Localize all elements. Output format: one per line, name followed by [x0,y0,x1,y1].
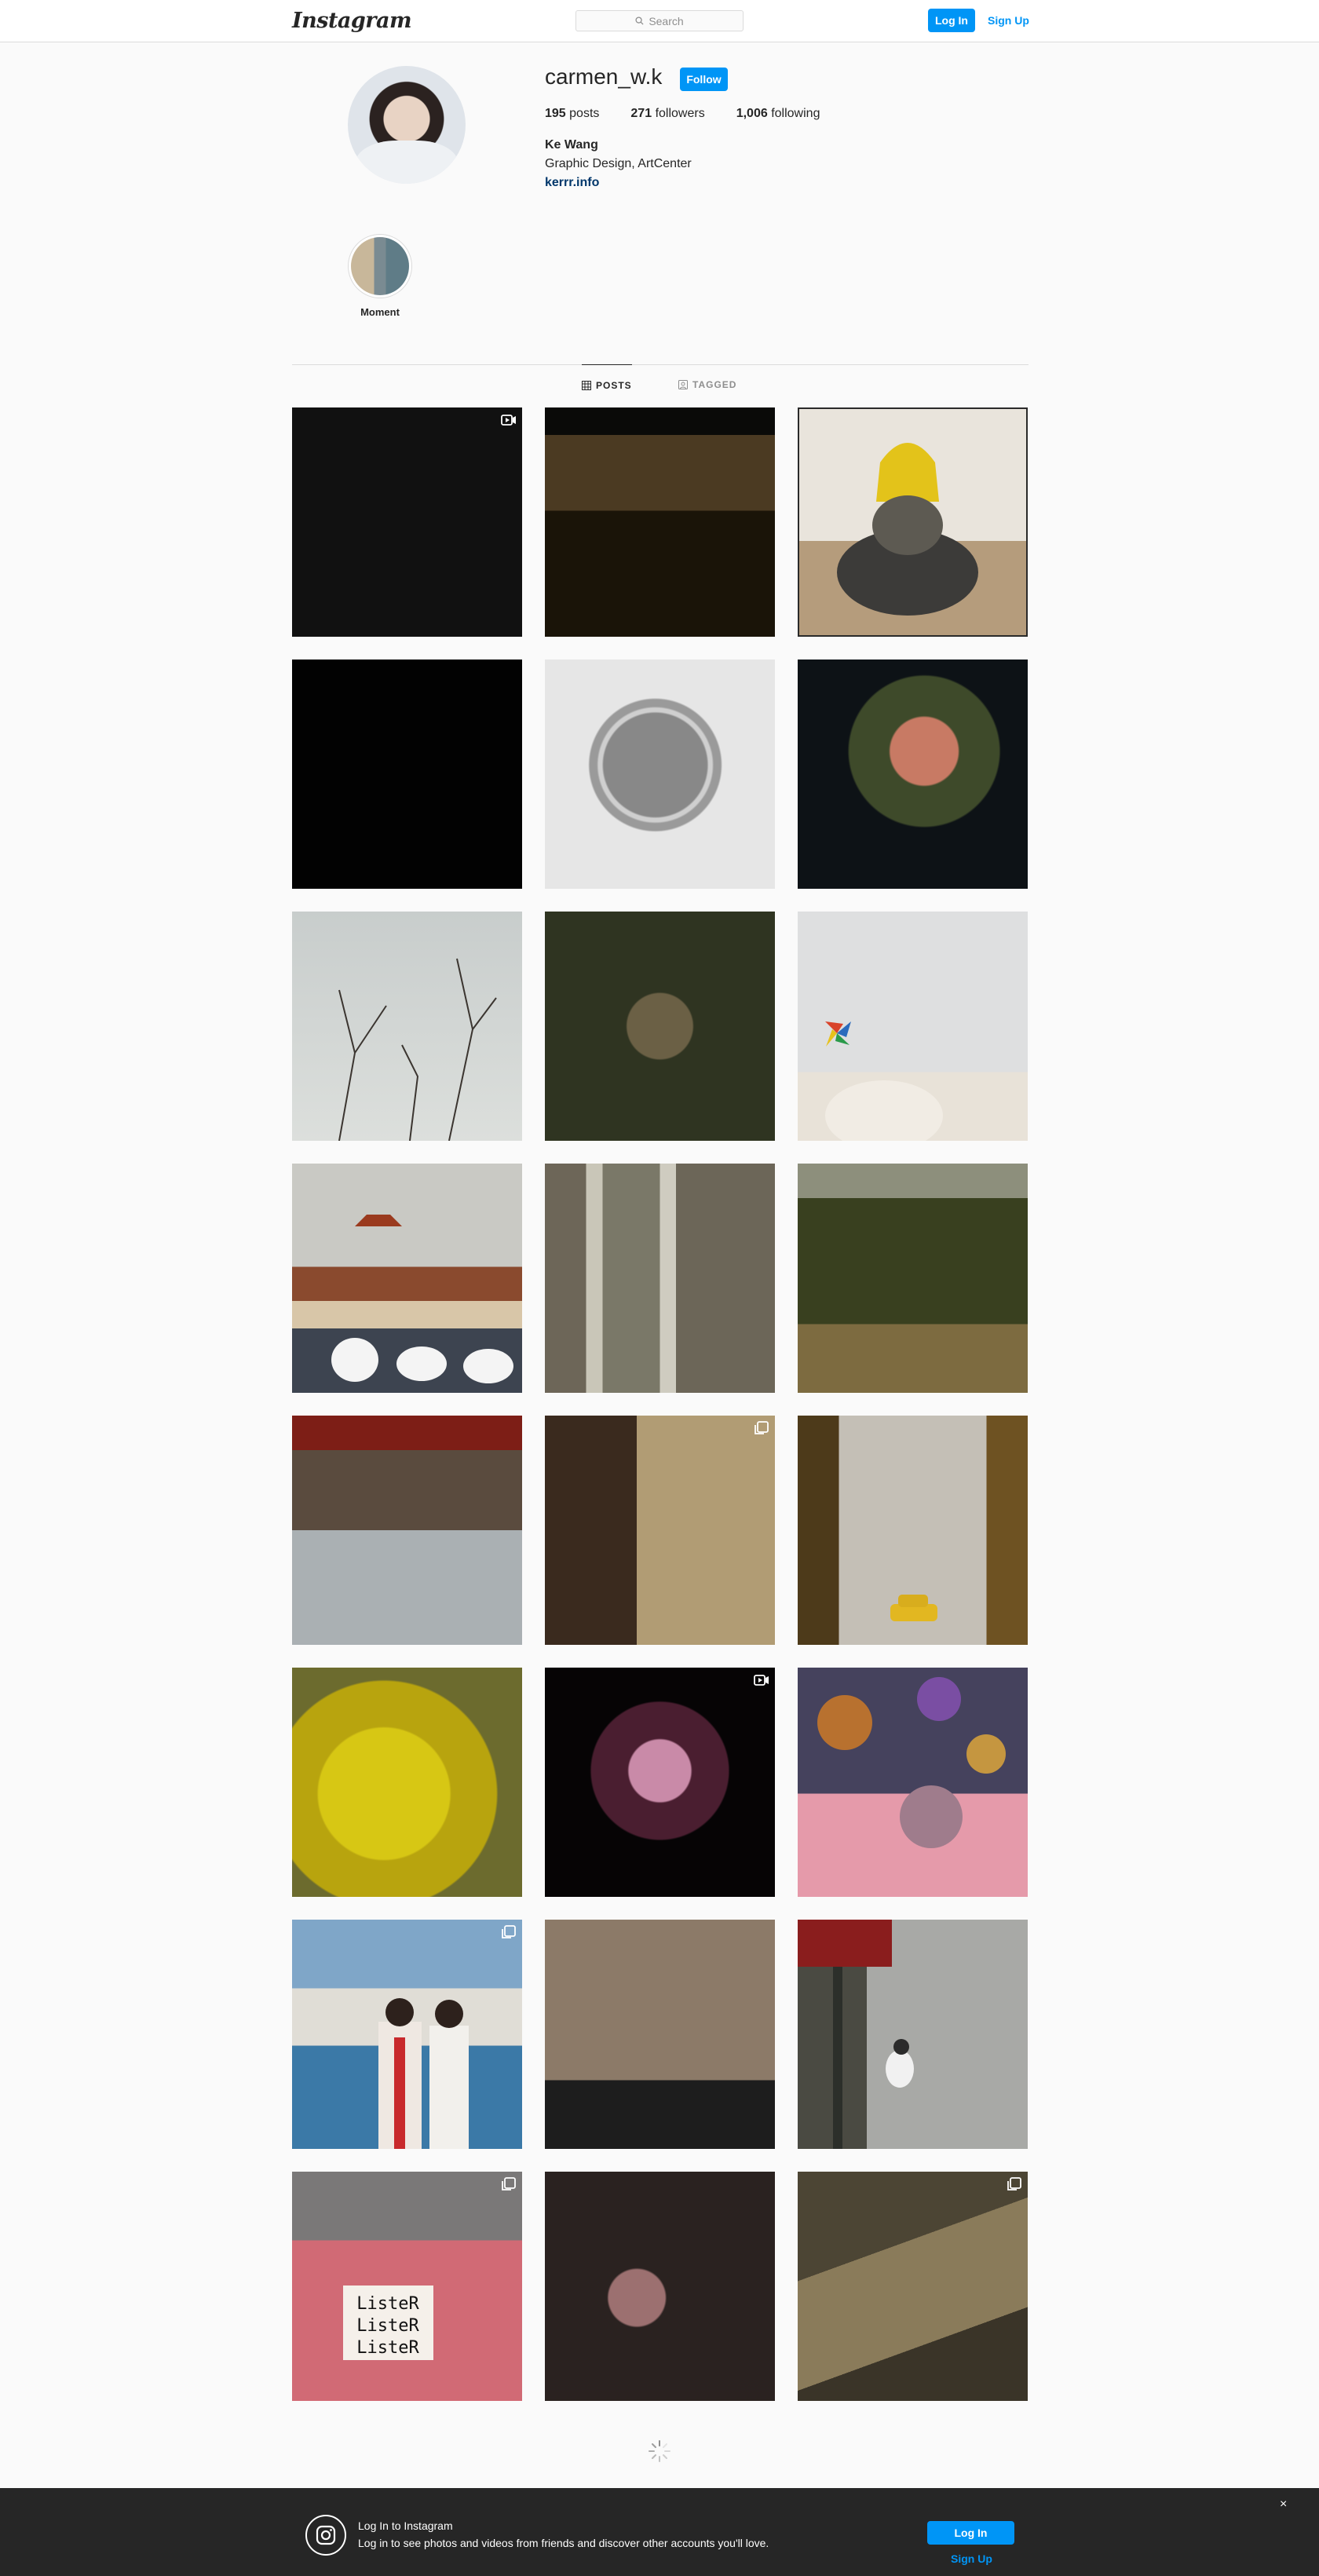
post-tile[interactable] [292,660,522,889]
post-tile[interactable] [292,1416,522,1645]
post-tile[interactable] [292,1164,522,1393]
banner-login-button[interactable]: Log In [927,2521,1014,2545]
banner-subtitle: Log in to see photos and videos from fri… [358,2537,769,2549]
post-tile[interactable] [798,1920,1028,2149]
tabs-divider [292,364,1029,365]
post-tile[interactable] [798,1416,1028,1645]
post-tile[interactable] [292,1920,522,2149]
lister-sticker-photo: ListeR ListeR ListeR [343,2286,433,2360]
tab-posts-label: POSTS [596,379,632,391]
post-tile[interactable] [798,407,1028,637]
svg-text:ListeR: ListeR [356,2316,419,2336]
bare-branches-photo [338,958,497,1141]
followers-label: followers [655,107,705,120]
search-input[interactable]: Search [575,10,744,31]
post-tile[interactable] [545,1164,775,1393]
post-tile[interactable] [798,660,1028,889]
cat-in-yellow-hat-photo [798,407,1028,637]
highlight-label: Moment [360,306,400,318]
posts-label: posts [569,107,600,120]
carousel-icon [754,1421,769,1434]
two-people-fountain-photo [378,1998,469,2149]
snow-animals-photo [331,1215,513,1383]
search-icon [635,16,644,25]
post-tile[interactable] [798,1164,1028,1393]
toy-car-photo [890,1595,937,1621]
profile-website-link[interactable]: kerrr.info [545,176,599,190]
profile-avatar[interactable] [348,66,466,184]
instagram-glyph-icon [305,2515,346,2556]
post-tile[interactable] [798,1668,1028,1897]
posts-stat: 195 posts [545,107,599,121]
instagram-logo[interactable]: Instagram [292,9,412,33]
post-tile[interactable] [545,1668,775,1897]
banner-title: Log In to Instagram [358,2519,453,2532]
video-icon [501,415,516,426]
post-tile[interactable] [545,1920,775,2149]
post-tile[interactable] [545,1416,775,1645]
close-icon[interactable]: × [1280,2497,1287,2512]
flower-bouquet-photo [817,1677,1006,1848]
carousel-icon [502,2177,516,2191]
login-banner: Log In to Instagram Log in to see photos… [0,2488,1319,2576]
post-tile[interactable] [545,2172,775,2401]
top-nav: Instagram Search Log In Sign Up [0,0,1319,42]
tab-tagged[interactable]: TAGGED [678,364,736,405]
tagged-user-icon [678,380,688,389]
svg-text:ListeR: ListeR [356,2338,419,2358]
carousel-icon [1007,2177,1021,2191]
post-tile[interactable] [545,912,775,1141]
following-label: following [771,107,820,120]
posts-count: 195 [545,107,566,120]
post-tile[interactable] [545,407,775,637]
profile-bio: Graphic Design, ArtCenter [545,157,692,170]
signup-link[interactable]: Sign Up [988,9,1029,32]
profile-full-name: Ke Wang [545,138,598,152]
svg-text:ListeR: ListeR [356,2294,419,2314]
post-tile[interactable] [292,1668,522,1897]
post-tile[interactable] [545,660,775,889]
pinwheel-rock-photo [825,1021,943,1141]
carousel-icon [502,1925,516,1938]
video-icon [754,1675,769,1686]
cat-on-sidewalk-photo [798,1920,914,2149]
post-tile[interactable] [798,2172,1028,2401]
grid-icon [582,380,591,390]
followers-count: 271 [630,107,652,120]
profile-username: carmen_w.k [545,64,663,89]
tab-posts[interactable]: POSTS [582,364,632,405]
posts-grid: ListeR ListeR ListeR [292,407,1029,2401]
post-tile[interactable] [798,912,1028,1141]
search-placeholder: Search [649,14,684,27]
loading-spinner-icon [649,2440,670,2462]
profile-stats: 195 posts 271 followers 1,006 following [545,107,851,121]
followers-stat[interactable]: 271 followers [630,107,704,121]
highlight-cover-ring [348,234,412,298]
login-button[interactable]: Log In [928,9,975,32]
highlight-cover-image [351,237,409,295]
tab-tagged-label: TAGGED [692,379,737,390]
post-tile[interactable] [292,407,522,637]
following-count: 1,006 [736,107,768,120]
following-stat[interactable]: 1,006 following [736,107,820,121]
post-tile[interactable]: ListeR ListeR ListeR [292,2172,522,2401]
banner-signup-link[interactable]: Sign Up [951,2552,992,2565]
follow-button[interactable]: Follow [680,68,728,91]
story-highlight[interactable]: Moment [348,234,412,318]
post-tile[interactable] [292,912,522,1141]
